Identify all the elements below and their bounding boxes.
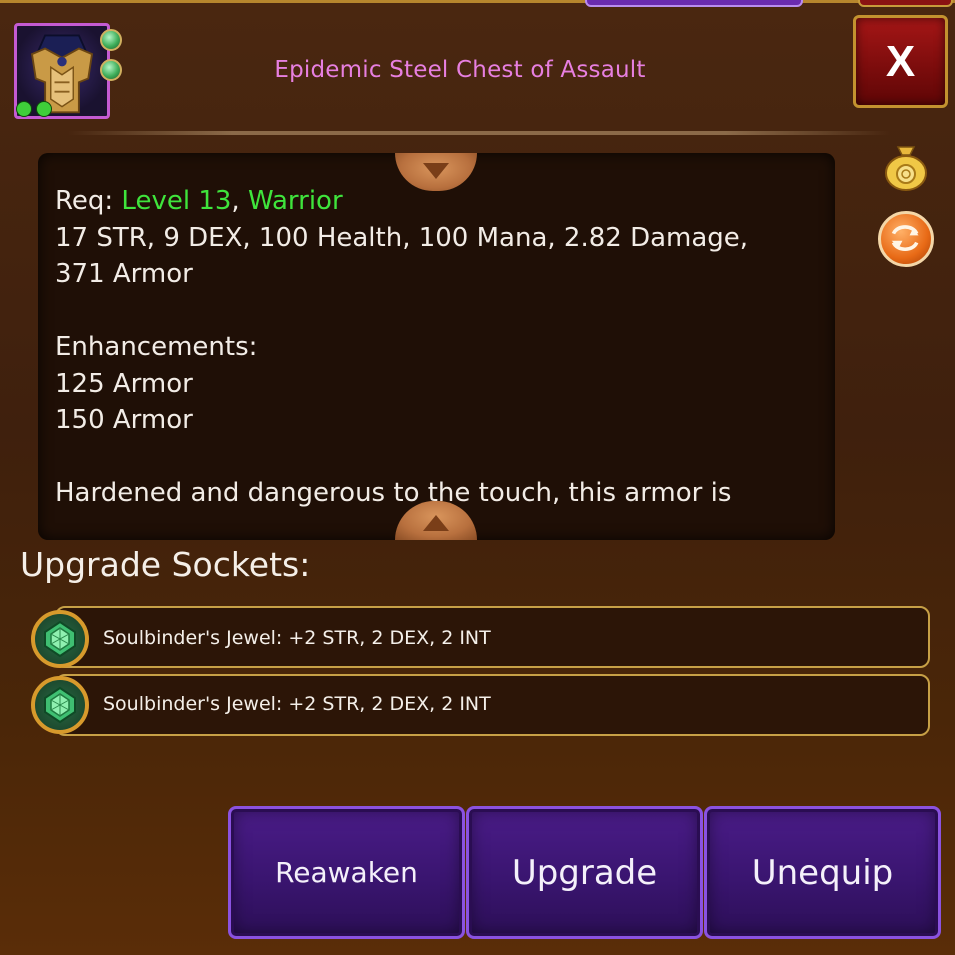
swap-arrows-icon	[891, 225, 919, 252]
top-tab-red	[858, 0, 953, 7]
socket-label: Soulbinder's Jewel: +2 STR, 2 DEX, 2 INT	[103, 627, 491, 649]
header-divider	[68, 131, 890, 135]
req-level: Level 13	[121, 186, 232, 216]
enhancements-heading: Enhancements:	[55, 332, 258, 362]
scroll-down-button[interactable]	[395, 501, 477, 540]
steel-chest-armor-icon	[30, 34, 94, 114]
close-button[interactable]: X	[853, 15, 948, 108]
gold-coin-bag-icon	[885, 146, 927, 191]
rarity-dot	[36, 101, 52, 117]
item-detail-panel: Epidemic Steel Chest of Assault X Req: L…	[0, 0, 955, 955]
chevron-down-icon	[423, 163, 449, 179]
req-prefix: Req:	[55, 186, 122, 216]
socket-gem[interactable]	[31, 676, 89, 734]
green-jewel-icon	[44, 686, 76, 724]
transmute-button[interactable]	[878, 211, 934, 267]
gem-slot-icon	[100, 59, 122, 81]
item-title: Epidemic Steel Chest of Assault	[274, 57, 646, 83]
enhancement-line: 125 Armor	[55, 368, 193, 399]
rarity-dot	[16, 101, 32, 117]
req-class: Warrior	[247, 186, 343, 216]
sell-button[interactable]	[880, 141, 932, 193]
scroll-up-button[interactable]	[395, 153, 477, 191]
reawaken-button[interactable]: Reawaken	[228, 806, 465, 939]
gem-slot-icon	[100, 29, 122, 51]
item-description-box[interactable]: Req: Level 13, Warrior 17 STR, 9 DEX, 10…	[38, 153, 835, 540]
close-icon: X	[885, 36, 916, 86]
upgrade-button[interactable]: Upgrade	[466, 806, 703, 939]
chevron-up-icon	[423, 515, 449, 531]
req-separator: ,	[231, 186, 248, 216]
item-description-text: Req: Level 13, Warrior 17 STR, 9 DEX, 10…	[55, 183, 823, 512]
stats-line: 371 Armor	[55, 259, 193, 289]
stats-line: 17 STR, 9 DEX, 100 Health, 100 Mana, 2.8…	[55, 222, 749, 253]
socket-gem[interactable]	[31, 610, 89, 668]
top-tab-purple	[585, 0, 803, 7]
enhancement-line: 150 Armor	[55, 405, 193, 435]
green-jewel-icon	[44, 620, 76, 658]
upgrade-sockets-heading: Upgrade Sockets:	[20, 545, 311, 584]
socket-label: Soulbinder's Jewel: +2 STR, 2 DEX, 2 INT	[103, 693, 491, 715]
unequip-button[interactable]: Unequip	[704, 806, 941, 939]
